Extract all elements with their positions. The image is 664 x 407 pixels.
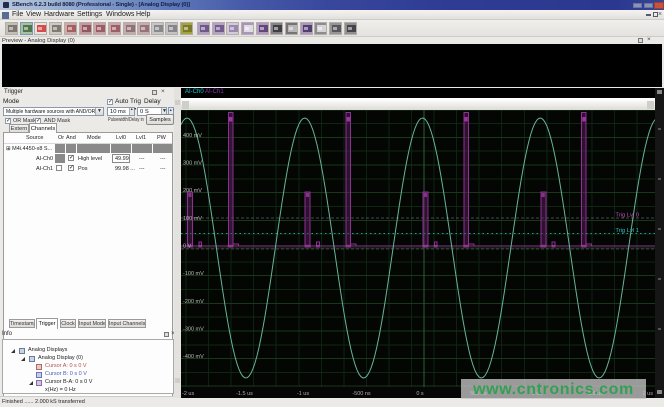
svg-text:-1.5 us: -1.5 us [236,391,253,397]
svg-text:0 s: 0 s [416,391,424,397]
svg-text:0 V: 0 V [183,244,192,250]
svg-text:Trig Lvl 1: Trig Lvl 1 [615,228,639,234]
svg-text:200 mV: 200 mV [183,188,202,194]
svg-text:100 mV: 100 mV [183,216,202,222]
svg-text:-300 mV: -300 mV [183,326,204,332]
svg-text:-200 mV: -200 mV [183,299,204,305]
svg-text:Trig Lvl 0: Trig Lvl 0 [615,213,639,219]
svg-text:-1 us: -1 us [297,391,309,397]
svg-text:-100 mV: -100 mV [183,271,204,277]
svg-text:400 mV: 400 mV [183,133,202,139]
svg-text:-400 mV: -400 mV [183,354,204,360]
svg-text:300 mV: 300 mV [183,161,202,167]
svg-text:-500 ns: -500 ns [352,391,371,397]
svg-text:-2 us: -2 us [182,391,194,397]
